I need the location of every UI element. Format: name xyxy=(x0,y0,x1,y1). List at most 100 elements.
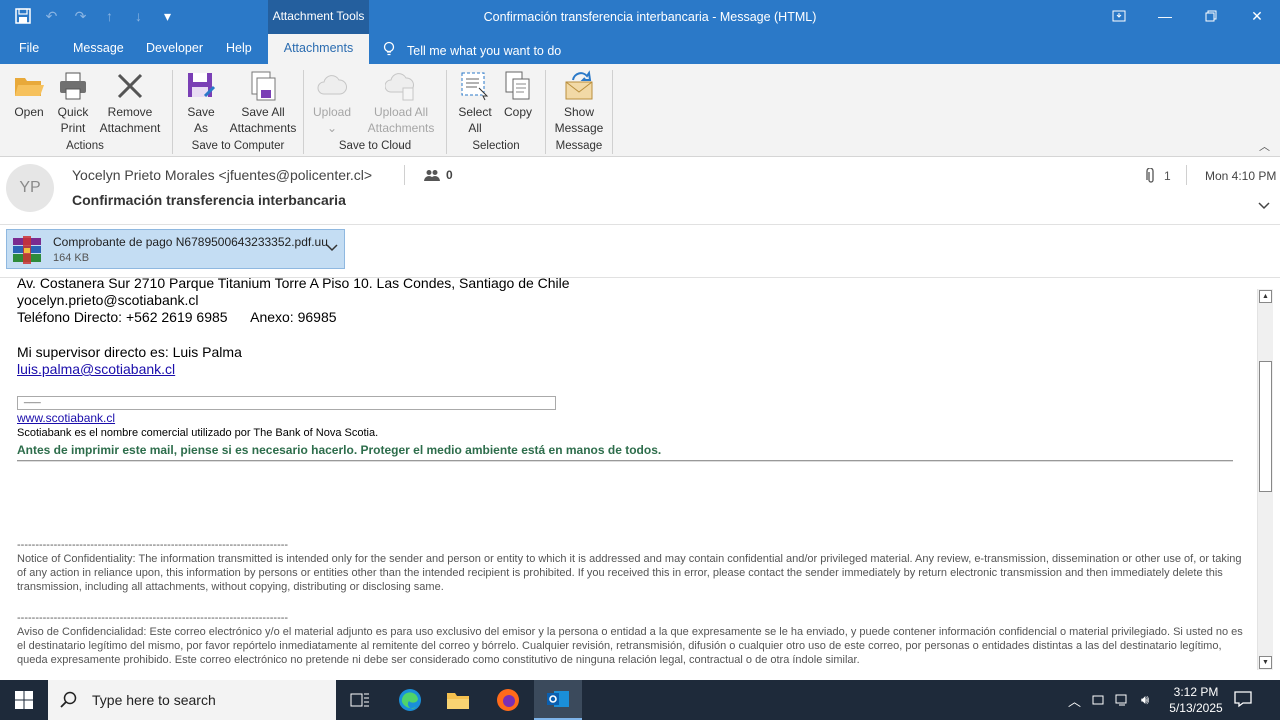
attachment-tools-context-label: Attachment Tools xyxy=(268,0,369,34)
select-all-button[interactable]: Select All xyxy=(454,70,496,136)
folder-icon xyxy=(447,693,469,709)
scroll-thumb[interactable] xyxy=(1259,361,1272,492)
group-message: Show Message Message xyxy=(547,68,611,154)
tab-developer[interactable]: Developer xyxy=(146,34,203,64)
show-message-icon xyxy=(565,70,593,100)
edge-icon xyxy=(399,689,421,711)
taskbar-search-box[interactable]: Type here to search xyxy=(48,680,336,720)
upload-button[interactable]: Upload ⌄ xyxy=(309,70,355,136)
volume-icon[interactable]: 🔊︎ xyxy=(1141,692,1149,708)
address-line: Av. Costanera Sur 2710 Parque Titanium T… xyxy=(17,278,570,291)
people-pane[interactable]: 0 xyxy=(424,168,453,182)
taskbar-clock[interactable]: 3:12 PM 5/13/2025 xyxy=(1164,684,1228,716)
task-view-button[interactable] xyxy=(336,680,384,720)
open-button[interactable]: Open xyxy=(8,70,50,120)
save-icon[interactable] xyxy=(14,8,31,25)
phone-line: Teléfono Directo: +562 2619 6985 Anexo: … xyxy=(17,309,337,325)
customize-qat-icon[interactable]: ▾ xyxy=(159,8,176,25)
save-as-button[interactable]: Save As xyxy=(180,70,222,136)
ribbon-separator xyxy=(172,70,173,154)
dashes-line: ----------------------------------------… xyxy=(17,539,289,551)
confidentiality-notice-en: Notice of Confidentiality: The informati… xyxy=(17,553,1242,593)
tab-message[interactable]: Message xyxy=(73,34,124,64)
group-save-to-computer: Save As Save All Attachments Save to Com… xyxy=(174,68,302,154)
sender[interactable]: Yocelyn Prieto Morales <jfuentes@policen… xyxy=(72,167,372,183)
network-icon[interactable] xyxy=(1115,693,1131,707)
select-all-label-2: All xyxy=(468,121,482,135)
winrar-archive-icon xyxy=(13,236,41,264)
attachment-count: 1 xyxy=(1146,168,1171,184)
group-selection-label: Selection xyxy=(472,140,520,152)
received-date: Mon 4:10 PM xyxy=(1205,169,1277,183)
show-message-label-1: Show xyxy=(563,105,595,119)
quick-print-label-1: Quick xyxy=(57,105,89,119)
copy-icon xyxy=(505,71,530,100)
save-as-label-2: As xyxy=(193,121,208,135)
open-label: Open xyxy=(14,105,44,119)
website-link[interactable]: www.scotiabank.cl xyxy=(17,411,115,425)
attachment-dropdown-icon[interactable] xyxy=(326,241,338,255)
cloud-icon xyxy=(317,75,347,95)
remove-attachment-button[interactable]: Remove Attachment xyxy=(96,70,164,136)
upload-dropdown-caret: ⌄ xyxy=(326,121,338,135)
window-controls: — ✕ xyxy=(1096,0,1280,32)
quick-print-button[interactable]: Quick Print xyxy=(52,70,94,136)
attachment-item[interactable]: Comprobante de pago N6789500643233352.pd… xyxy=(6,229,345,269)
start-button[interactable] xyxy=(0,680,48,720)
windows-logo-icon xyxy=(15,691,33,709)
avatar[interactable]: YP xyxy=(6,164,54,212)
undo-icon[interactable]: ↶ xyxy=(43,8,60,25)
copy-button[interactable]: Copy xyxy=(498,70,538,120)
window-title: Confirmación transferencia interbancaria… xyxy=(483,10,817,24)
redo-icon[interactable]: ↷ xyxy=(72,8,89,25)
next-item-icon[interactable]: ↓ xyxy=(130,8,147,25)
firefox-icon xyxy=(497,689,519,711)
show-hidden-icons-icon[interactable]: ︿ xyxy=(1068,691,1081,710)
message-body: Av. Costanera Sur 2710 Parque Titanium T… xyxy=(0,278,1257,680)
expand-header-icon[interactable] xyxy=(1258,199,1270,213)
edge-taskbar-button[interactable] xyxy=(386,680,434,720)
paperclip-icon xyxy=(1146,168,1154,183)
header-divider xyxy=(404,165,405,185)
notifications-icon[interactable] xyxy=(1234,690,1252,711)
show-message-button[interactable]: Show Message xyxy=(551,70,607,136)
file-explorer-taskbar-button[interactable] xyxy=(434,680,482,720)
collapse-ribbon-icon[interactable]: ︿ xyxy=(1259,138,1270,154)
message-header: YP Yocelyn Prieto Morales <jfuentes@poli… xyxy=(0,157,1280,225)
minimize-button[interactable]: — xyxy=(1142,0,1188,32)
supervisor-email-link[interactable]: luis.palma@scotiabank.cl xyxy=(17,361,175,377)
tab-file[interactable]: File xyxy=(19,34,39,64)
cloud-upload-icon xyxy=(385,73,414,101)
group-selection: Select All Copy Selection xyxy=(448,68,544,154)
scroll-up-button[interactable]: ▲ xyxy=(1259,290,1272,303)
attachment-count-value: 1 xyxy=(1164,169,1171,183)
clock-time: 3:12 PM xyxy=(1173,685,1219,699)
close-button[interactable]: ✕ xyxy=(1234,0,1280,32)
sender-email: yocelyn.prieto@scotiabank.cl xyxy=(17,292,199,308)
save-all-attachments-button[interactable]: Save All Attachments xyxy=(226,70,300,136)
title-bar: ↶ ↷ ↑ ↓ ▾ Attachment Tools Confirmación … xyxy=(0,0,1280,34)
meet-now-icon[interactable] xyxy=(1091,693,1105,707)
copy-label: Copy xyxy=(503,105,532,119)
maximize-button[interactable] xyxy=(1188,0,1234,32)
vertical-scrollbar[interactable]: ▲ ▼ xyxy=(1257,289,1273,670)
scroll-down-button[interactable]: ▼ xyxy=(1259,656,1272,669)
save-as-label-1: Save xyxy=(187,105,215,119)
outlook-taskbar-button[interactable] xyxy=(534,680,582,720)
attachment-size: 164 KB xyxy=(53,252,90,264)
tab-help[interactable]: Help xyxy=(226,34,252,64)
group-actions-label: Actions xyxy=(66,140,104,152)
group-message-label: Message xyxy=(555,140,603,152)
ribbon-separator xyxy=(545,70,546,154)
tab-attachments[interactable]: Attachments xyxy=(268,34,369,64)
task-view-icon xyxy=(350,693,369,707)
upload-all-label-2: Attachments xyxy=(367,121,435,135)
ribbon: Open Quick Print Remove Attachment Actio… xyxy=(0,64,1280,157)
taskbar: Type here to search ︿ 🔊︎ 3:12 PM 5/13/20… xyxy=(0,680,1280,720)
ribbon-display-options-icon[interactable] xyxy=(1096,0,1142,32)
firefox-taskbar-button[interactable] xyxy=(484,680,532,720)
menu-bar: File Message Developer Help Attachments … xyxy=(0,34,1280,64)
previous-item-icon[interactable]: ↑ xyxy=(101,8,118,25)
attachment-strip: Comprobante de pago N6789500643233352.pd… xyxy=(0,225,1280,278)
tell-me-box[interactable]: Tell me what you want to do xyxy=(383,41,561,60)
